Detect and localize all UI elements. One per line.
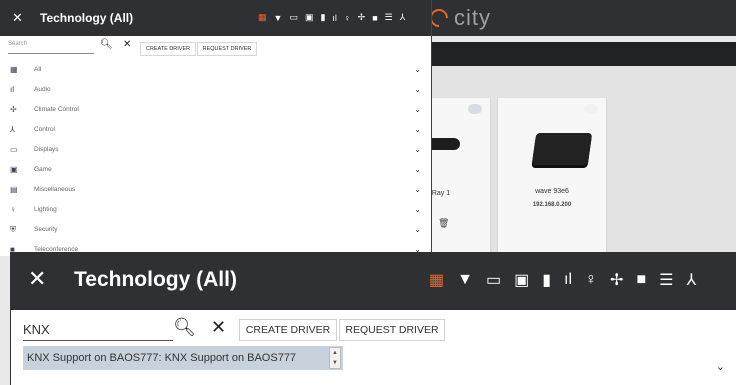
create-driver-button[interactable]: CREATE DRIVER <box>239 319 337 341</box>
bulb-icon[interactable]: ♀ <box>344 13 351 23</box>
chevron-down-icon[interactable]: ⌄ <box>414 65 421 74</box>
device-ip: 192.168.0.200 <box>532 202 572 208</box>
panel-header: ✕ Technology (All) ▦ ▼ ▭ ▣ ▮ ıl ♀ ✢ ■ ☰ … <box>0 0 431 36</box>
monitor-icon: ▭ <box>10 145 18 154</box>
close-icon[interactable]: ✕ <box>28 266 46 292</box>
category-item[interactable]: ♀ Lighting ⌄ <box>0 200 431 220</box>
category-label: Climate Control <box>34 106 79 113</box>
chevron-down-icon[interactable]: ⌄ <box>414 85 421 94</box>
panel-title: Technology (All) <box>40 11 134 25</box>
monitor-icon[interactable]: ▭ <box>289 12 298 23</box>
request-driver-button[interactable]: REQUEST DRIVER <box>197 42 257 56</box>
game-icon[interactable]: ▣ <box>305 12 314 23</box>
technology-panel-large: ✕ Technology (All) ▦ ▼ ▭ ▣ ▮ ıl ♀ ✢ ■ ☰ … <box>10 252 736 385</box>
status-pill <box>584 104 598 114</box>
search-icon[interactable]: 🔍︎ <box>173 317 196 338</box>
control-icon[interactable]: ⅄ <box>400 12 406 23</box>
clear-icon[interactable]: ✕ <box>123 39 131 50</box>
panel-header: ✕ Technology (All) ▦ ▼ ▭ ▣ ▮ ıl ♀ ✢ ■ ☰ … <box>11 252 736 310</box>
category-item[interactable]: ▭ Displays ⌄ <box>0 140 431 160</box>
list-icon[interactable]: ☰ <box>385 12 393 23</box>
technology-panel-small: ✕ Technology (All) ▦ ▼ ▭ ▣ ▮ ıl ♀ ✢ ■ ☰ … <box>0 0 432 256</box>
category-label: Game <box>34 166 52 173</box>
fan-icon[interactable]: ✢ <box>358 12 366 23</box>
category-item[interactable]: ▦ All ⌄ <box>0 60 431 80</box>
category-item[interactable]: ▤ Miscellaneous ⌄ <box>0 180 431 200</box>
category-item[interactable]: ıl Audio ⌄ <box>0 80 431 100</box>
device-name: wave 93e6 <box>535 188 569 195</box>
audio-icon: ıl <box>10 85 14 94</box>
shield-icon: ⛨ <box>10 225 16 234</box>
chevron-down-icon[interactable]: ⌄ <box>414 185 421 194</box>
category-label: Control <box>34 126 55 133</box>
status-pill <box>468 104 482 114</box>
category-item[interactable]: ⅄ Control ⌄ <box>0 120 431 140</box>
chevron-down-icon[interactable]: ⌄ <box>414 145 421 154</box>
category-label: Lighting <box>34 206 57 213</box>
category-label: Displays <box>34 146 59 153</box>
trash-icon[interactable]: 🗑 <box>438 218 449 229</box>
list-icon[interactable]: ☰ <box>659 270 673 290</box>
search-icon[interactable]: 🔍︎ <box>100 39 113 50</box>
app-toolbar <box>430 42 736 66</box>
category-item[interactable]: ✢ Climate Control ⌄ <box>0 100 431 120</box>
brand-text: city <box>454 5 491 30</box>
search-row: Search 🔍︎ ✕ CREATE DRIVER REQUEST DRIVER <box>0 36 431 60</box>
category-item[interactable]: ⛨ Security ⌄ <box>0 220 431 240</box>
projector-icon[interactable]: ▼ <box>274 13 283 23</box>
suggestion-scroll-spinner[interactable]: ▲ ▼ <box>329 347 341 369</box>
control-icon: ⅄ <box>10 125 15 134</box>
chevron-down-icon[interactable]: ⌄ <box>414 105 421 114</box>
category-label: Miscellaneous <box>34 186 76 193</box>
category-label: Security <box>34 226 58 233</box>
all-icon[interactable]: ▦ <box>258 12 267 23</box>
search-input[interactable]: KNX <box>23 320 173 341</box>
search-input[interactable]: Search <box>8 41 94 54</box>
misc-icon[interactable]: ▮ <box>542 270 551 290</box>
category-list: ▦ All ⌄ ıl Audio ⌄ ✢ Climate Control ⌄ ⅄ Contro… <box>0 60 431 256</box>
device-card[interactable]: wave 93e6 192.168.0.200 <box>498 98 606 258</box>
category-icon-bar: ▦ ▼ ▭ ▣ ▮ ıl ♀ ✢ ■ ☰ ⅄ <box>258 12 405 23</box>
fan-icon[interactable]: ✢ <box>610 270 623 290</box>
camera-icon[interactable]: ■ <box>372 13 377 23</box>
request-driver-button[interactable]: REQUEST DRIVER <box>339 319 445 341</box>
chevron-down-icon[interactable]: ⌄ <box>414 165 421 174</box>
clear-icon[interactable]: ✕ <box>211 317 226 338</box>
camera-icon[interactable]: ■ <box>636 271 646 289</box>
category-icon-bar: ▦ ▼ ▭ ▣ ▮ ıl ♀ ✢ ■ ☰ ⅄ <box>429 270 696 290</box>
autocomplete-suggestion[interactable]: KNX Support on BAOS777: KNX Support on B… <box>23 346 343 370</box>
control-icon[interactable]: ⅄ <box>686 270 696 290</box>
game-icon[interactable]: ▣ <box>514 270 529 290</box>
all-icon: ▦ <box>10 65 18 74</box>
game-icon: ▣ <box>10 165 18 174</box>
panel-title: Technology (All) <box>74 268 237 291</box>
category-label: All <box>34 66 42 73</box>
close-icon[interactable]: ✕ <box>12 10 23 26</box>
bulb-icon[interactable]: ♀ <box>585 271 597 289</box>
audio-icon[interactable]: ıl <box>332 13 337 23</box>
chevron-down-icon[interactable]: ⌄ <box>414 225 421 234</box>
chevron-down-icon[interactable]: ⌄ <box>414 125 421 134</box>
monitor-icon[interactable]: ▭ <box>486 270 501 290</box>
all-icon[interactable]: ▦ <box>429 270 444 290</box>
device-image <box>531 133 593 165</box>
brand: city <box>426 2 491 34</box>
misc-icon: ▤ <box>10 185 18 194</box>
bulb-icon: ♀ <box>10 205 16 214</box>
category-item[interactable]: ▣ Game ⌄ <box>0 160 431 180</box>
misc-icon[interactable]: ▮ <box>320 12 325 23</box>
projector-icon[interactable]: ▼ <box>457 271 473 289</box>
chevron-down-icon[interactable]: ⌄ <box>716 360 725 373</box>
audio-icon[interactable]: ıl <box>564 271 572 289</box>
category-label: Audio <box>34 86 51 93</box>
fan-icon: ✢ <box>10 105 17 114</box>
chevron-down-icon[interactable]: ⌄ <box>414 205 421 214</box>
create-driver-button[interactable]: CREATE DRIVER <box>140 42 196 56</box>
